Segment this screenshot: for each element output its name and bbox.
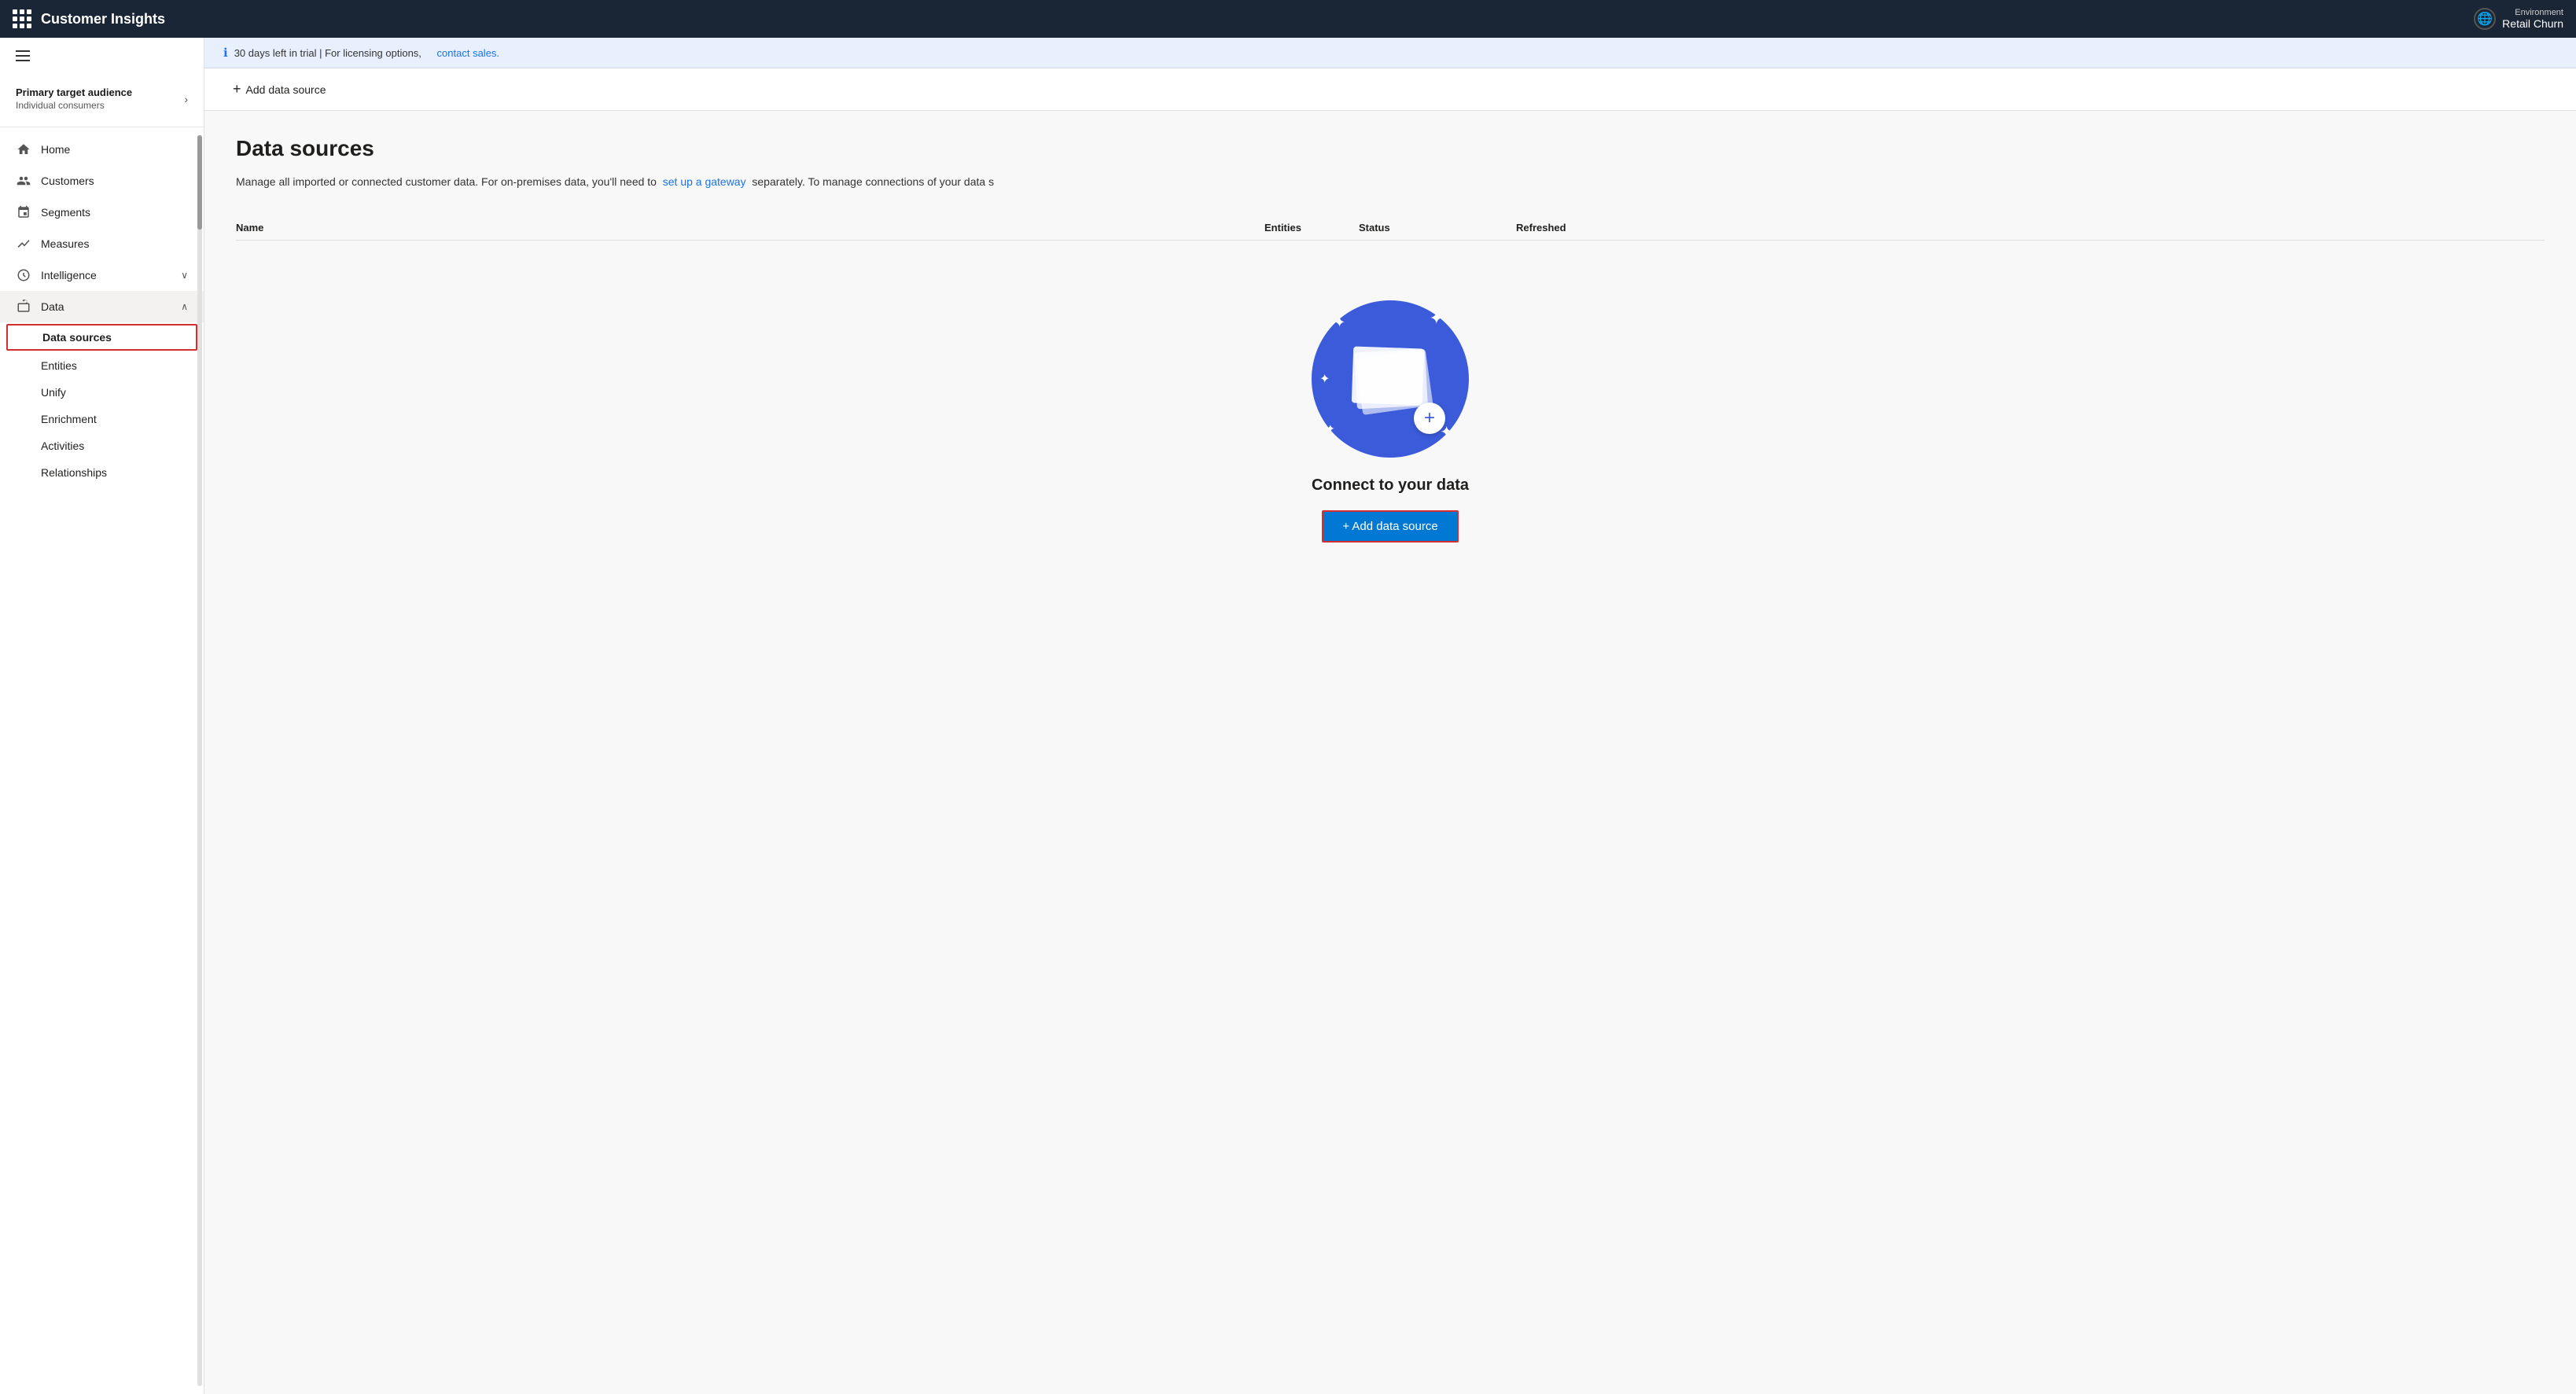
plus-badge-icon: +: [1414, 403, 1445, 434]
sidebar-scroll-area: Home Customers Segments: [0, 127, 204, 1394]
col-header-entities: Entities: [1264, 222, 1359, 234]
audience-title: Primary target audience: [16, 86, 132, 98]
description-text-end: separately. To manage connections of you…: [752, 175, 994, 188]
sidebar-subitem-data-sources[interactable]: Data sources: [6, 324, 197, 351]
add-data-source-button[interactable]: + Add data source: [1322, 510, 1458, 543]
col-header-name: Name: [236, 222, 1264, 234]
sidebar-nav: Home Customers Segments: [0, 127, 204, 492]
page-title: Data sources: [236, 136, 2545, 161]
waffle-icon[interactable]: [13, 9, 31, 28]
segments-icon: [16, 204, 31, 220]
top-nav-right: 🌐 Environment Retail Churn: [2474, 8, 2563, 30]
toolbar: + Add data source: [204, 68, 2576, 111]
intelligence-chevron-icon: ∨: [181, 270, 188, 281]
sidebar-subitem-unify-label: Unify: [41, 386, 66, 399]
scroll-track: [197, 135, 202, 1386]
stacked-pages-illustration: [1351, 348, 1430, 410]
content-area: ℹ 30 days left in trial | For licensing …: [204, 38, 2576, 1394]
col-header-refreshed: Refreshed: [1516, 222, 2545, 234]
sidebar-subitem-data-sources-label: Data sources: [42, 331, 112, 344]
page-content: Data sources Manage all imported or conn…: [204, 111, 2576, 1394]
sidebar-item-measures-label: Measures: [41, 237, 89, 250]
sidebar-item-home-label: Home: [41, 143, 70, 156]
globe-icon[interactable]: 🌐: [2474, 8, 2496, 30]
home-icon: [16, 142, 31, 157]
sidebar-subitem-enrichment[interactable]: Enrichment: [0, 406, 204, 432]
sidebar-subitem-enrichment-label: Enrichment: [41, 413, 97, 425]
customers-icon: [16, 173, 31, 189]
top-nav: Customer Insights 🌐 Environment Retail C…: [0, 0, 2576, 38]
sidebar-item-customers-label: Customers: [41, 175, 94, 187]
sidebar-subitem-relationships-label: Relationships: [41, 466, 107, 479]
sidebar-header: [0, 38, 204, 74]
table-header: Name Entities Status Refreshed: [236, 215, 2545, 241]
gateway-link[interactable]: set up a gateway: [663, 175, 746, 188]
toolbar-add-label: Add data source: [246, 83, 326, 96]
sidebar-item-home[interactable]: Home: [0, 134, 204, 165]
info-icon: ℹ: [223, 46, 228, 60]
data-chevron-icon: ∧: [181, 301, 188, 312]
sidebar-subitem-activities[interactable]: Activities: [0, 432, 204, 459]
sidebar-item-customers[interactable]: Customers: [0, 165, 204, 197]
description-text-start: Manage all imported or connected custome…: [236, 175, 657, 188]
trial-link[interactable]: contact sales.: [437, 47, 500, 59]
trial-message: 30 days left in trial | For licensing op…: [234, 47, 421, 59]
page-description: Manage all imported or connected custome…: [236, 174, 2545, 190]
sidebar-subitem-entities[interactable]: Entities: [0, 352, 204, 379]
toolbar-add-button[interactable]: + Add data source: [223, 76, 335, 102]
sparkle-icon-1: ✦: [1334, 314, 1345, 331]
sidebar-item-measures[interactable]: Measures: [0, 228, 204, 259]
hamburger-menu[interactable]: [13, 47, 33, 64]
sidebar-item-intelligence[interactable]: Intelligence ∨: [0, 259, 204, 291]
audience-subtitle: Individual consumers: [16, 100, 132, 111]
sidebar: Primary target audience Individual consu…: [0, 38, 204, 1394]
main-layout: Primary target audience Individual consu…: [0, 38, 2576, 1394]
sidebar-item-segments-label: Segments: [41, 206, 90, 219]
top-nav-left: Customer Insights: [13, 9, 165, 28]
scroll-thumb: [197, 135, 202, 230]
measures-icon: [16, 236, 31, 252]
chevron-right-icon: ›: [184, 93, 188, 105]
page-sheet-3: [1352, 346, 1424, 405]
intelligence-icon: [16, 267, 31, 283]
sidebar-subitem-entities-label: Entities: [41, 359, 77, 372]
sidebar-item-segments[interactable]: Segments: [0, 197, 204, 228]
data-icon: [16, 299, 31, 314]
sidebar-item-data-label: Data: [41, 300, 64, 313]
audience-section: Primary target audience Individual consu…: [0, 74, 204, 127]
empty-state-icon-container: ✦ ✦ ✦ ✦ ✦ +: [1312, 300, 1469, 458]
add-data-source-label: + Add data source: [1342, 520, 1437, 533]
empty-state: ✦ ✦ ✦ ✦ ✦ + Connect to your data: [236, 253, 2545, 590]
sidebar-subitem-relationships[interactable]: Relationships: [0, 459, 204, 486]
audience-header[interactable]: Primary target audience Individual consu…: [16, 86, 188, 111]
sidebar-item-data[interactable]: Data ∧: [0, 291, 204, 322]
environment-label: Environment: [2502, 8, 2563, 17]
empty-state-title: Connect to your data: [1312, 476, 1469, 495]
sidebar-subitem-unify[interactable]: Unify: [0, 379, 204, 406]
app-title: Customer Insights: [41, 11, 165, 28]
environment-info: Environment Retail Churn: [2502, 8, 2563, 30]
sparkle-icon-2: ✦: [1430, 308, 1444, 329]
toolbar-plus-icon: +: [233, 81, 241, 97]
col-header-status: Status: [1359, 222, 1516, 234]
sparkle-icon-3: ✦: [1326, 422, 1335, 436]
environment-name: Retail Churn: [2502, 17, 2563, 30]
sidebar-item-intelligence-label: Intelligence: [41, 269, 97, 281]
sidebar-subitem-activities-label: Activities: [41, 440, 84, 452]
trial-banner: ℹ 30 days left in trial | For licensing …: [204, 38, 2576, 68]
sparkle-icon-5: ✦: [1319, 371, 1330, 387]
